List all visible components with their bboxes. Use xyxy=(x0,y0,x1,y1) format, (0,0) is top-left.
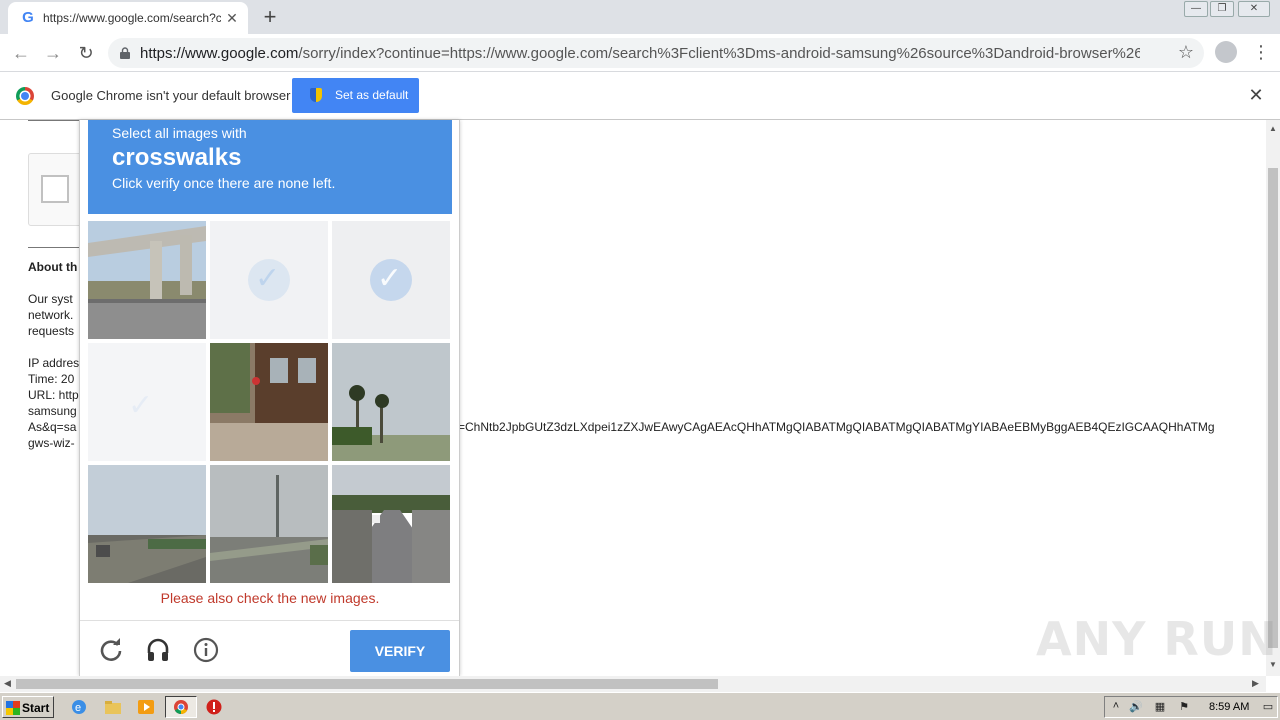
taskbar: Start e ˄ 🔊 ▦ ⚑ 8:59 AM ▭ xyxy=(0,692,1280,720)
captcha-tile-highway-bridge[interactable] xyxy=(88,465,206,583)
taskbar-chrome-button[interactable] xyxy=(165,696,197,718)
checkmark-icon: ✓ xyxy=(128,389,154,422)
set-as-default-label: Set as default xyxy=(335,88,409,102)
captcha-tile-overpass[interactable] xyxy=(88,221,206,339)
divider xyxy=(28,120,80,121)
back-arrow-icon[interactable]: ← xyxy=(9,41,33,65)
url-continuation-text: =ChNtb2JpbGUtZ3dzLXdpei1zZXJwEAwyCAgAEAc… xyxy=(458,420,1215,434)
address-bar[interactable]: https://www.google.com/sorry/index?conti… xyxy=(108,38,1204,68)
window-minimize-button[interactable]: — xyxy=(1184,1,1208,17)
page-text-line: samsung xyxy=(28,404,77,418)
scroll-thumb[interactable] xyxy=(1268,168,1278,648)
menu-dots-icon[interactable]: ⋮ xyxy=(1252,41,1270,63)
default-browser-infobar: Google Chrome isn't your default browser… xyxy=(0,72,1280,120)
page-text-line: IP addres xyxy=(28,356,80,370)
chrome-logo-icon xyxy=(16,87,34,105)
captcha-tile-road[interactable] xyxy=(332,465,450,583)
horizontal-scrollbar[interactable]: ◀ ▶ xyxy=(0,676,1266,692)
windows-flag-icon xyxy=(6,701,20,715)
captcha-tile-storefront[interactable] xyxy=(210,343,328,461)
captcha-tile-loading[interactable]: ✓ xyxy=(88,343,206,461)
system-tray: ˄ 🔊 ▦ ⚑ 8:59 AM ▭ xyxy=(1104,696,1278,718)
challenge-instruction: Select all images with xyxy=(112,125,247,141)
tray-expand-icon[interactable]: ˄ xyxy=(1109,700,1123,714)
page-text-line: Our syst xyxy=(28,292,73,306)
reload-icon[interactable]: ↻ xyxy=(74,41,98,65)
show-desktop-icon[interactable]: ▭ xyxy=(1261,700,1275,714)
window-restore-button[interactable]: ❐ xyxy=(1210,1,1234,17)
checkmark-icon: ✓ xyxy=(377,262,403,295)
page-text-line: requests xyxy=(28,324,75,338)
url-text: https://www.google.com/sorry/index?conti… xyxy=(140,45,1140,62)
checkmark-icon: ✓ xyxy=(255,262,281,295)
stop-icon[interactable] xyxy=(205,698,223,716)
tab-title: https://www.google.com/search?client xyxy=(43,11,221,25)
verify-button[interactable]: VERIFY xyxy=(350,630,450,672)
media-player-icon[interactable] xyxy=(137,698,155,716)
chrome-icon xyxy=(174,700,188,715)
network-icon[interactable]: ▦ xyxy=(1153,700,1167,714)
set-as-default-button[interactable]: Set as default xyxy=(292,78,419,113)
clock[interactable]: 8:59 AM xyxy=(1209,701,1249,713)
divider xyxy=(80,620,459,621)
recaptcha-challenge: Select all images with crosswalks Click … xyxy=(79,120,460,676)
window-close-button[interactable]: ✕ xyxy=(1238,1,1270,17)
recaptcha-anchor[interactable] xyxy=(28,153,83,226)
scroll-right-arrow-icon[interactable]: ▶ xyxy=(1252,678,1259,689)
challenge-header: Select all images with crosswalks Click … xyxy=(88,120,452,214)
recaptcha-checkbox[interactable] xyxy=(41,175,69,203)
vertical-scrollbar[interactable]: ▲ ▼ xyxy=(1266,120,1280,676)
infobar-message: Google Chrome isn't your default browser xyxy=(51,88,291,103)
challenge-keyword: crosswalks xyxy=(112,144,242,171)
google-favicon-icon: G xyxy=(22,9,34,26)
browser-tab[interactable]: G https://www.google.com/search?client ✕ xyxy=(8,2,248,34)
info-icon[interactable] xyxy=(193,637,219,663)
folder-icon[interactable] xyxy=(104,698,122,716)
scroll-left-arrow-icon[interactable]: ◀ xyxy=(4,678,11,689)
tab-strip: G https://www.google.com/search?client ✕… xyxy=(0,0,1280,34)
tab-close-icon[interactable]: ✕ xyxy=(224,10,240,26)
captcha-tile-selected[interactable]: ✓ xyxy=(210,221,328,339)
volume-icon[interactable]: 🔊 xyxy=(1129,700,1143,714)
page-text-line: URL: http xyxy=(28,388,79,402)
captcha-tile-bridge-tower[interactable] xyxy=(210,465,328,583)
svg-text:e: e xyxy=(75,702,81,714)
scroll-up-arrow-icon[interactable]: ▲ xyxy=(1266,124,1280,133)
uac-shield-icon xyxy=(310,88,322,102)
scroll-thumb[interactable] xyxy=(16,679,718,689)
new-tab-button[interactable]: + xyxy=(258,5,282,29)
audio-challenge-icon[interactable] xyxy=(145,637,171,663)
page-text-line: Time: 20 xyxy=(28,372,75,386)
captcha-tile-palm-trees[interactable] xyxy=(332,343,450,461)
internet-explorer-icon[interactable]: e xyxy=(70,698,88,716)
bookmark-star-icon[interactable]: ☆ xyxy=(1178,42,1194,63)
challenge-subtext: Click verify once there are none left. xyxy=(112,175,336,191)
lock-icon xyxy=(120,47,130,59)
page-text-line: gws-wiz- xyxy=(28,436,75,450)
browser-toolbar: ← → ↻ https://www.google.com/sorry/index… xyxy=(0,34,1280,72)
start-label: Start xyxy=(22,701,50,715)
captcha-tile-selected[interactable]: ✓ xyxy=(332,221,450,339)
page-text-line: As&q=sa xyxy=(28,420,77,434)
anyrun-watermark: ANY RUN xyxy=(1036,612,1278,666)
divider xyxy=(28,247,80,248)
infobar-close-icon[interactable]: ✕ xyxy=(1248,85,1264,105)
reload-challenge-icon[interactable] xyxy=(98,637,124,663)
action-center-flag-icon[interactable]: ⚑ xyxy=(1177,700,1191,714)
page-text-line: network. xyxy=(28,308,74,322)
new-images-warning: Please also check the new images. xyxy=(160,590,380,606)
profile-avatar-icon[interactable] xyxy=(1215,41,1237,63)
forward-arrow-icon[interactable]: → xyxy=(41,41,65,65)
start-button[interactable]: Start xyxy=(2,696,54,718)
about-heading: About th xyxy=(28,260,78,274)
